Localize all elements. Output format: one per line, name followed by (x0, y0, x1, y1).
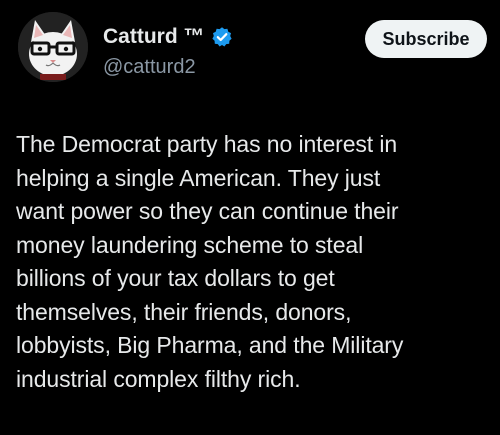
cat-avatar-image (18, 12, 88, 82)
author-handle[interactable]: @catturd2 (103, 56, 233, 79)
post-card: Catturd ™ @catturd2 Subscribe The Democr… (0, 0, 500, 435)
verified-badge-icon[interactable] (211, 26, 233, 48)
avatar[interactable] (18, 12, 88, 82)
author-name-row[interactable]: Catturd ™ (103, 22, 233, 52)
subscribe-button[interactable]: Subscribe (365, 20, 487, 58)
author-info: Catturd ™ @catturd2 (103, 22, 233, 79)
author-display-name[interactable]: Catturd ™ (103, 25, 205, 49)
post-text: The Democrat party has no interest in he… (16, 131, 404, 392)
